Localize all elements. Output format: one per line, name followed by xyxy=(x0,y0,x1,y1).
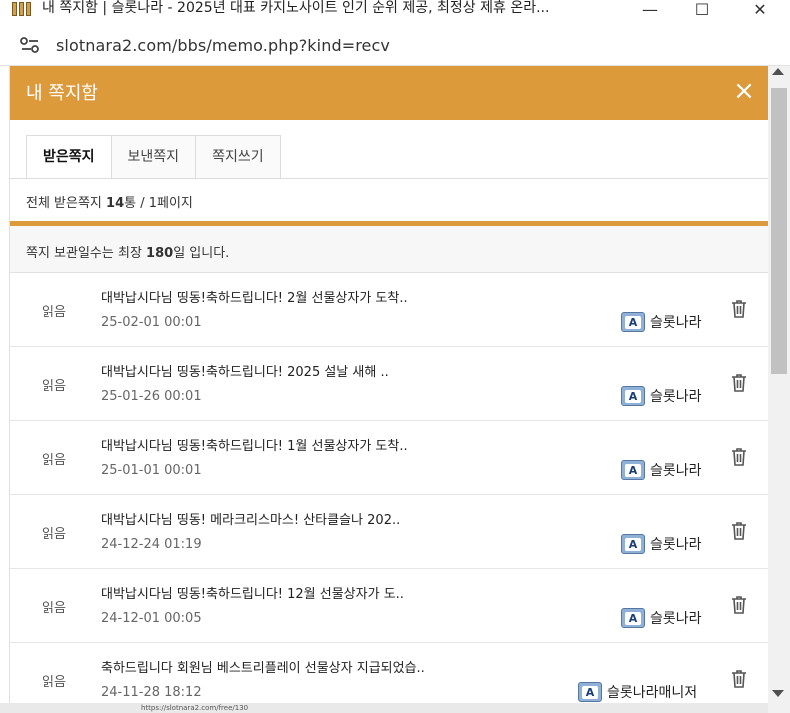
message-row[interactable]: 읽음 대박납시다님 띵동! 메라크리스마스! 산타클슬나 202.. 24-12… xyxy=(10,495,768,569)
notice-prefix: 쪽지 보관일수는 최장 xyxy=(26,246,147,261)
notice-days: 180 xyxy=(146,246,174,261)
memo-tabs: 받은쪽지 보낸쪽지 쪽지쓰기 xyxy=(26,135,281,179)
level-icon: A xyxy=(621,460,645,480)
read-status: 읽음 xyxy=(42,527,66,542)
background-page-strip: https://slotnara2.com/free/130 xyxy=(0,703,768,713)
memo-page: 내 쪽지함 × 받은쪽지 보낸쪽지 쪽지쓰기 전체 받은쪽지 14통 / 1페이… xyxy=(9,66,768,713)
background-link: https://slotnara2.com/free/130 xyxy=(141,704,249,712)
window-close-button[interactable]: ✕ xyxy=(740,0,780,19)
site-settings-icon[interactable] xyxy=(20,36,40,54)
message-sender[interactable]: A 슬롯나라 xyxy=(621,608,702,628)
maximize-button[interactable]: ☐ xyxy=(682,0,722,19)
minimize-button[interactable]: — xyxy=(630,0,670,19)
message-row[interactable]: 읽음 대박납시다님 띵동!축하드립니다! 2025 설날 새해 .. 25-01… xyxy=(10,347,768,421)
summary-suffix: 통 / 1페이지 xyxy=(124,196,193,211)
window-titlebar: 내 쪽지함 | 슬롯나라 - 2025년 대표 카지노사이트 인기 순위 제공,… xyxy=(0,0,790,24)
read-status: 읽음 xyxy=(42,305,66,320)
read-status: 읽음 xyxy=(42,379,66,394)
message-row[interactable]: 읽음 대박납시다님 띵동!축하드립니다! 2월 선물상자가 도착.. 25-02… xyxy=(10,273,768,347)
message-date: 25-01-01 00:01 xyxy=(101,463,202,478)
scroll-thumb[interactable] xyxy=(771,88,787,374)
level-letter: A xyxy=(582,685,598,699)
window-title: 내 쪽지함 | 슬롯나라 - 2025년 대표 카지노사이트 인기 순위 제공,… xyxy=(42,0,550,16)
tab-write[interactable]: 쪽지쓰기 xyxy=(196,135,281,179)
scroll-down-icon[interactable] xyxy=(772,690,784,697)
read-status: 읽음 xyxy=(42,675,66,690)
level-icon: A xyxy=(621,312,645,332)
message-sender[interactable]: A 슬롯나라 xyxy=(621,460,702,480)
sender-name[interactable]: 슬롯나라 xyxy=(650,312,702,332)
tab-divider xyxy=(10,178,768,179)
message-date: 24-12-01 00:05 xyxy=(101,611,202,626)
read-status: 읽음 xyxy=(42,453,66,468)
message-subject[interactable]: 축하드립니다 회원님 베스트리플레이 선물상자 지급되었습.. xyxy=(101,657,425,676)
page-scrollbar[interactable] xyxy=(768,66,790,713)
tab-sent[interactable]: 보낸쪽지 xyxy=(111,135,197,179)
page-header: 내 쪽지함 × xyxy=(10,66,768,120)
message-subject[interactable]: 대박납시다님 띵동!축하드립니다! 2025 설날 새해 .. xyxy=(101,361,389,380)
memo-summary: 전체 받은쪽지 14통 / 1페이지 xyxy=(26,192,193,211)
message-list: 읽음 대박납시다님 띵동!축하드립니다! 2월 선물상자가 도착.. 25-02… xyxy=(10,273,768,713)
message-sender[interactable]: A 슬롯나라 xyxy=(621,312,702,332)
trash-icon[interactable] xyxy=(730,521,748,541)
message-subject[interactable]: 대박납시다님 띵동!축하드립니다! 12월 선물상자가 도.. xyxy=(101,583,404,602)
message-sender[interactable]: A 슬롯나라 xyxy=(621,386,702,406)
sender-name[interactable]: 슬롯나라 xyxy=(650,460,702,480)
retention-notice: 쪽지 보관일수는 최장 180일 입니다. xyxy=(10,226,768,273)
level-letter: A xyxy=(625,389,641,403)
sender-name[interactable]: 슬롯나라 xyxy=(650,386,702,406)
level-letter: A xyxy=(625,611,641,625)
trash-icon[interactable] xyxy=(730,669,748,689)
message-subject[interactable]: 대박납시다님 띵동!축하드립니다! 1월 선물상자가 도착.. xyxy=(101,435,408,454)
message-sender[interactable]: A 슬롯나라 xyxy=(621,534,702,554)
summary-count: 14 xyxy=(106,196,125,211)
message-row[interactable]: 읽음 대박납시다님 띵동!축하드립니다! 1월 선물상자가 도착.. 25-01… xyxy=(10,421,768,495)
level-icon: A xyxy=(621,608,645,628)
summary-prefix: 전체 받은쪽지 xyxy=(26,196,107,211)
level-letter: A xyxy=(625,463,641,477)
message-date: 25-01-26 00:01 xyxy=(101,389,202,404)
book-icon xyxy=(12,2,32,16)
trash-icon[interactable] xyxy=(730,373,748,393)
page-title: 내 쪽지함 xyxy=(26,83,98,104)
level-letter: A xyxy=(625,315,641,329)
sender-name[interactable]: 슬롯나라 xyxy=(650,608,702,628)
trash-icon[interactable] xyxy=(730,447,748,467)
close-icon[interactable]: × xyxy=(733,78,755,104)
sender-name[interactable]: 슬롯나라 xyxy=(650,534,702,554)
trash-icon[interactable] xyxy=(730,595,748,615)
level-icon: A xyxy=(578,682,602,702)
trash-icon[interactable] xyxy=(730,299,748,319)
message-date: 25-02-01 00:01 xyxy=(101,315,202,330)
level-letter: A xyxy=(625,537,641,551)
level-icon: A xyxy=(621,534,645,554)
read-status: 읽음 xyxy=(42,601,66,616)
message-row[interactable]: 읽음 대박납시다님 띵동!축하드립니다! 12월 선물상자가 도.. 24-12… xyxy=(10,569,768,643)
message-subject[interactable]: 대박납시다님 띵동! 메라크리스마스! 산타클슬나 202.. xyxy=(101,509,400,528)
message-subject[interactable]: 대박납시다님 띵동!축하드립니다! 2월 선물상자가 도착.. xyxy=(101,287,408,306)
notice-suffix: 일 입니다. xyxy=(173,246,230,261)
level-icon: A xyxy=(621,386,645,406)
scroll-up-icon[interactable] xyxy=(772,68,784,75)
sender-name[interactable]: 슬롯나라매니저 xyxy=(607,682,697,702)
message-date: 24-12-24 01:19 xyxy=(101,537,202,552)
message-sender[interactable]: A 슬롯나라매니저 xyxy=(578,682,697,702)
url-text[interactable]: slotnara2.com/bbs/memo.php?kind=recv xyxy=(56,36,390,55)
tab-received[interactable]: 받은쪽지 xyxy=(26,135,112,179)
address-bar: slotnara2.com/bbs/memo.php?kind=recv xyxy=(0,24,790,66)
message-date: 24-11-28 18:12 xyxy=(101,685,202,700)
